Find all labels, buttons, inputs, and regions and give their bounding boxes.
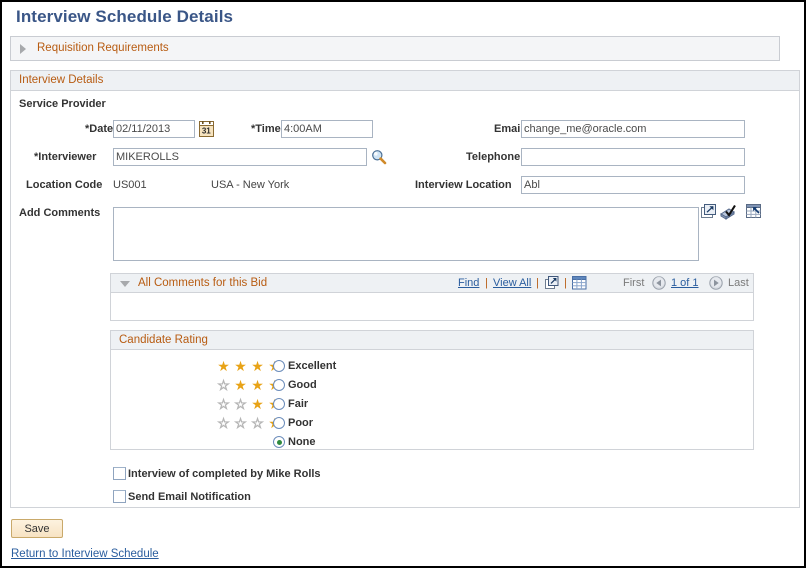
rating-star-fair-1: ☆ <box>217 396 230 412</box>
location-code-value: US001 <box>113 179 147 191</box>
last-label: Last <box>728 277 749 289</box>
checkbox-label-1[interactable]: Interview of completed by Mike Rolls <box>128 468 321 480</box>
rating-radio-good[interactable] <box>273 379 285 391</box>
add-comments-textarea[interactable] <box>113 207 699 261</box>
rating-star-poor-3: ☆ <box>251 415 264 431</box>
rating-radio-none[interactable] <box>273 436 285 448</box>
interviewer-label: *Interviewer <box>34 151 97 163</box>
all-comments-panel: All Comments for this Bid Find | View Al… <box>110 273 754 321</box>
rating-radio-excellent[interactable] <box>273 360 285 372</box>
requisition-requirements-label[interactable]: Requisition Requirements <box>37 42 169 54</box>
add-comments-label: Add Comments <box>19 207 101 219</box>
date-input[interactable] <box>113 120 195 138</box>
rating-star-good-1: ☆ <box>217 377 230 393</box>
page-title: Interview Schedule Details <box>16 7 234 26</box>
svg-text:31: 31 <box>202 126 211 135</box>
spell-check-icon[interactable] <box>720 204 737 220</box>
rating-star-excellent-3: ★ <box>251 358 264 374</box>
rating-label-poor[interactable]: Poor <box>288 417 313 429</box>
rating-star-excellent-1: ★ <box>217 358 230 374</box>
rating-radio-fair[interactable] <box>273 398 285 410</box>
view-all-link[interactable]: View All <box>493 277 531 289</box>
rating-label-good[interactable]: Good <box>288 379 317 391</box>
separator-1: | <box>485 277 488 289</box>
return-to-interview-schedule-link[interactable]: Return to Interview Schedule <box>11 548 159 560</box>
time-input[interactable] <box>281 120 373 138</box>
rating-star-good-3: ★ <box>251 377 264 393</box>
save-button[interactable]: Save <box>11 519 63 538</box>
telephone-label: Telephone <box>466 151 521 163</box>
rating-label-none[interactable]: None <box>288 436 316 448</box>
magnifier-lookup-icon[interactable] <box>371 149 387 165</box>
interview-location-label: Interview Location <box>415 179 512 191</box>
first-label: First <box>623 277 645 289</box>
next-arrow-icon[interactable] <box>709 276 723 290</box>
rating-star-excellent-2: ★ <box>234 358 247 374</box>
location-description: USA - New York <box>211 179 290 191</box>
service-provider-label: Service Provider <box>19 98 106 110</box>
download-popup-icon[interactable] <box>545 276 559 290</box>
time-label: *Time <box>251 123 281 135</box>
rating-radio-poor[interactable] <box>273 417 285 429</box>
all-comments-title[interactable]: All Comments for this Bid <box>138 277 267 289</box>
checkbox-label-2[interactable]: Send Email Notification <box>128 491 251 503</box>
rating-star-poor-2: ☆ <box>234 415 247 431</box>
calendar-icon[interactable]: 31 <box>199 121 214 137</box>
telephone-input[interactable] <box>521 148 745 166</box>
rating-label-excellent[interactable]: Excellent <box>288 360 336 372</box>
prev-arrow-icon[interactable] <box>652 276 666 290</box>
interview-details-label: Interview Details <box>19 74 104 86</box>
interview-schedule-details-page: Interview Schedule Details Requisition R… <box>0 0 806 568</box>
interview-location-input[interactable] <box>521 176 745 194</box>
rating-star-good-2: ★ <box>234 377 247 393</box>
candidate-rating-header: Candidate Rating <box>111 331 753 350</box>
triangle-right-icon[interactable] <box>20 44 26 54</box>
email-label: Email <box>494 123 524 135</box>
find-link[interactable]: Find <box>458 277 479 289</box>
checkbox-1[interactable] <box>113 467 126 480</box>
requisition-requirements-section[interactable]: Requisition Requirements <box>10 36 780 61</box>
rating-star-fair-3: ★ <box>251 396 264 412</box>
interview-details-header: Interview Details <box>11 71 799 91</box>
grid-view-icon[interactable] <box>572 276 587 290</box>
triangle-down-icon[interactable] <box>120 281 130 287</box>
checkbox-2[interactable] <box>113 490 126 503</box>
interviewer-input[interactable] <box>113 148 367 166</box>
record-counter[interactable]: 1 of 1 <box>671 277 699 289</box>
separator-2: | <box>536 277 539 289</box>
separator-3: | <box>564 277 567 289</box>
email-input[interactable] <box>521 120 745 138</box>
candidate-rating-title: Candidate Rating <box>119 334 208 346</box>
rating-label-fair[interactable]: Fair <box>288 398 308 410</box>
all-comments-header: All Comments for this Bid Find | View Al… <box>111 274 753 293</box>
location-code-label: Location Code <box>26 179 103 191</box>
interview-details-group: Interview Details Service Provider *Date… <box>10 70 800 508</box>
expand-popup-icon[interactable] <box>701 204 717 220</box>
candidate-rating-panel: Candidate Rating ★★★★Excellent☆★★★Good☆☆… <box>110 330 754 450</box>
rating-star-poor-1: ☆ <box>217 415 230 431</box>
date-label: *Date <box>85 123 114 135</box>
grid-lookup-icon[interactable] <box>746 204 763 220</box>
rating-star-fair-2: ☆ <box>234 396 247 412</box>
